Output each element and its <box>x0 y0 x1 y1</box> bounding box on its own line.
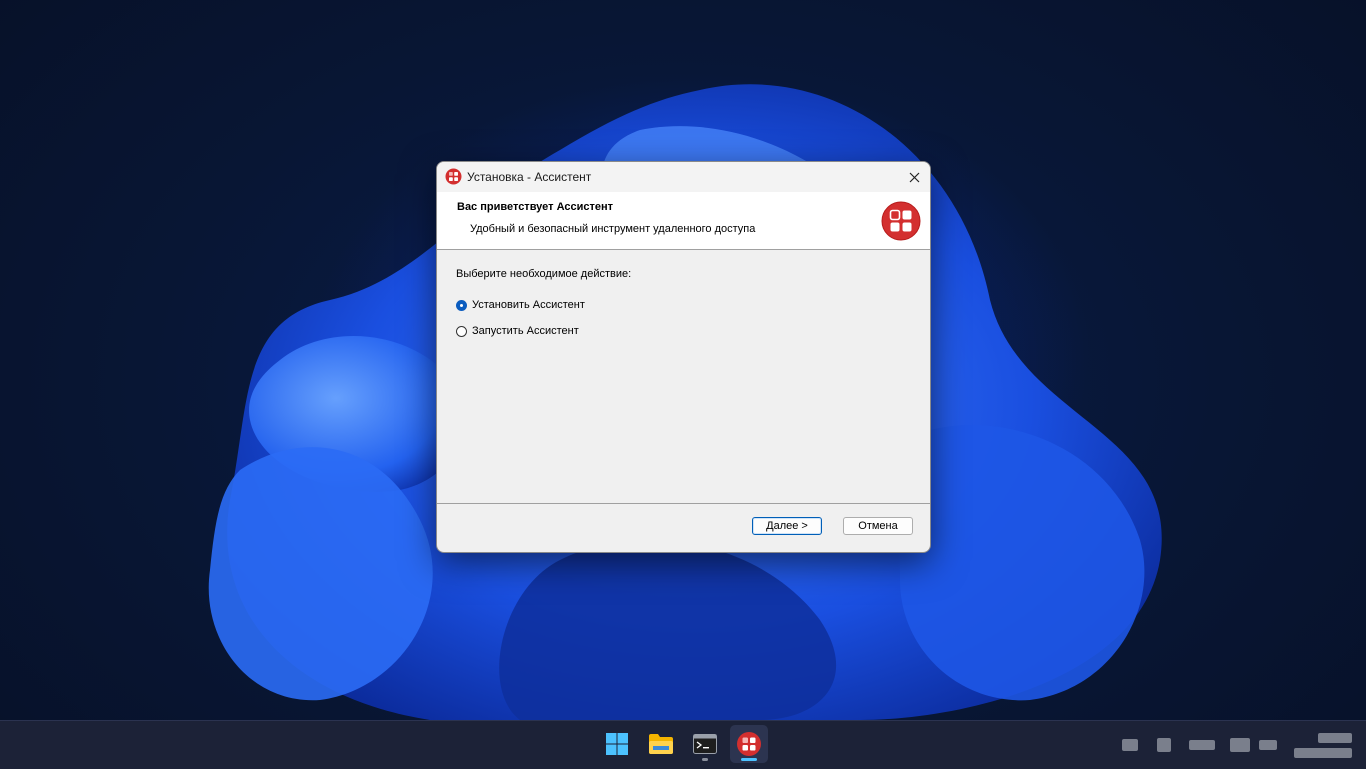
taskbar-assistant[interactable] <box>730 725 768 763</box>
tray-date[interactable] <box>1294 748 1352 758</box>
close-icon <box>909 172 919 182</box>
taskbar-terminal[interactable] <box>686 725 724 763</box>
taskbar-file-explorer[interactable] <box>642 725 680 763</box>
next-button[interactable]: Далее > <box>752 517 822 535</box>
cancel-button[interactable]: Отмена <box>843 517 913 535</box>
radio-checked[interactable] <box>456 299 467 311</box>
taskbar-start-button[interactable] <box>598 725 636 763</box>
run-option-label: Запустить Ассистент <box>472 325 579 337</box>
running-indicator <box>702 758 708 761</box>
window-title: Установка - Ассистент <box>467 170 592 184</box>
assistant-app-icon <box>737 732 761 756</box>
terminal-icon <box>693 734 717 754</box>
setup-dialog: Установка - Ассистент Вас приветствует А… <box>436 161 931 553</box>
close-button[interactable] <box>898 162 930 192</box>
assistant-logo-icon <box>881 201 921 241</box>
radio-unchecked[interactable] <box>456 325 467 337</box>
taskbar <box>0 720 1366 769</box>
tray-icon[interactable] <box>1259 740 1277 750</box>
run-option-radio[interactable]: Запустить Ассистент <box>456 325 579 337</box>
title-bar: Установка - Ассистент <box>437 162 930 192</box>
tray-icon[interactable] <box>1230 738 1250 752</box>
action-prompt-label: Выберите необходимое действие: <box>456 268 632 280</box>
windows-start-icon <box>606 733 628 755</box>
install-option-radio[interactable]: Установить Ассистент <box>456 299 585 311</box>
footer-divider <box>437 503 930 504</box>
active-indicator <box>741 758 757 761</box>
tray-icon[interactable] <box>1189 740 1215 750</box>
dialog-content: Выберите необходимое действие: Установит… <box>437 250 930 503</box>
install-option-label: Установить Ассистент <box>472 299 585 311</box>
header-title: Вас приветствует Ассистент <box>457 201 614 213</box>
file-explorer-icon <box>649 734 673 754</box>
header-subtitle: Удобный и безопасный инструмент удаленно… <box>470 223 756 235</box>
tray-icon[interactable] <box>1157 738 1171 752</box>
tray-clock[interactable] <box>1318 733 1352 743</box>
dialog-header: Вас приветствует Ассистент Удобный и без… <box>437 192 930 250</box>
assistant-logo-icon <box>445 168 462 185</box>
tray-icon[interactable] <box>1122 739 1138 751</box>
